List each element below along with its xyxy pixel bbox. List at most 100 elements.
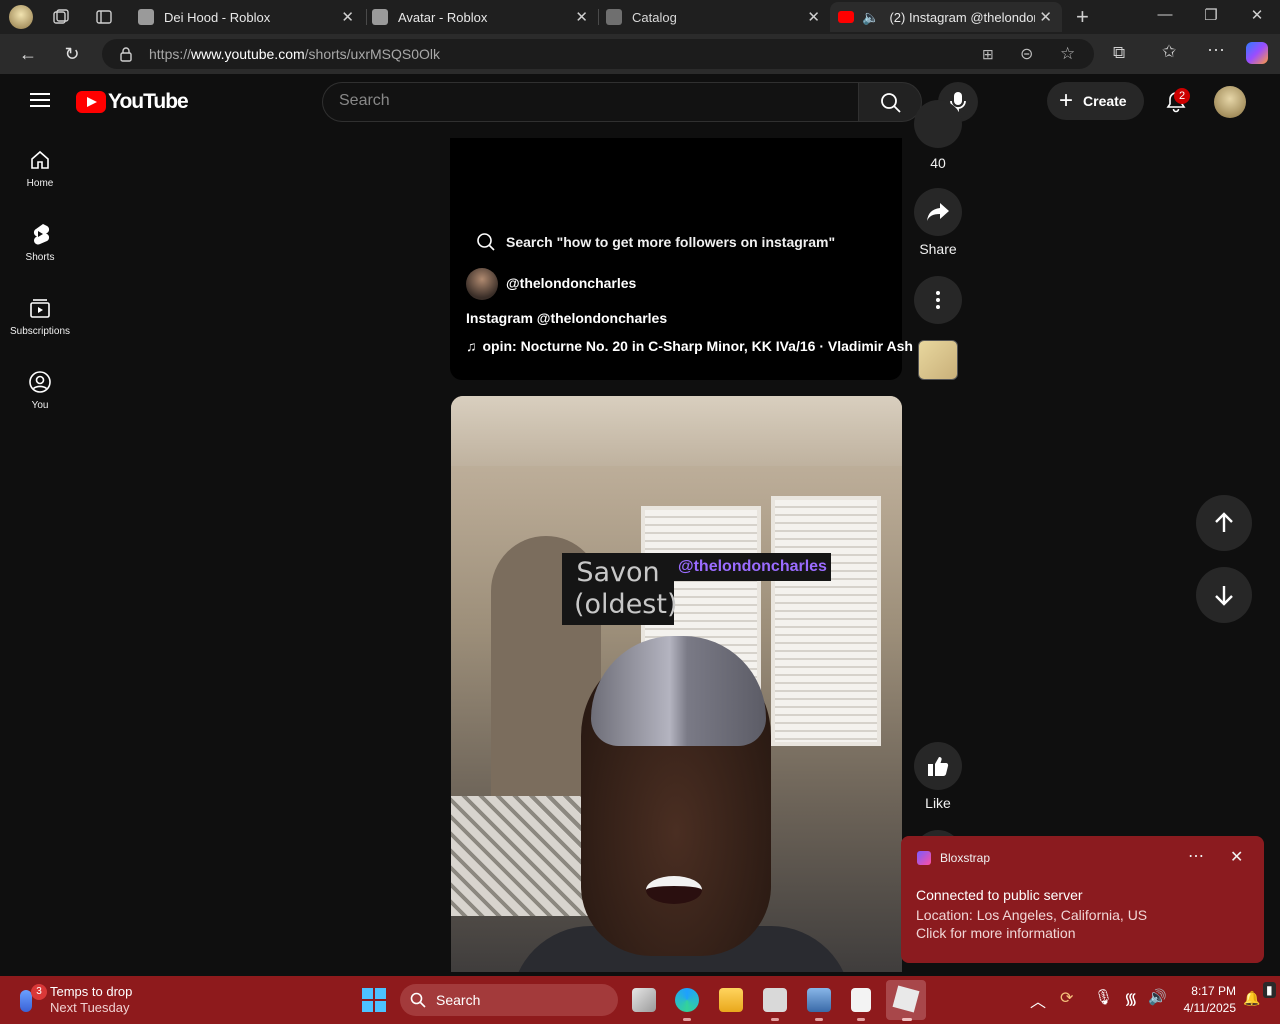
share-icon: [927, 203, 949, 221]
speaker-icon[interactable]: 🔈: [862, 9, 879, 26]
youtube-play-icon: [76, 91, 106, 113]
extensions-icon[interactable]: ⧉: [1113, 43, 1125, 63]
search-input[interactable]: [339, 92, 839, 110]
guide-menu-button[interactable]: [30, 92, 50, 108]
close-tab-icon[interactable]: ✕: [1039, 8, 1052, 26]
toast-title: Connected to public server: [916, 887, 1083, 903]
guide-item-you[interactable]: You: [4, 370, 76, 411]
file-explorer-icon[interactable]: [719, 988, 743, 1012]
copilot-icon[interactable]: [1246, 42, 1268, 64]
guide-item-shorts[interactable]: Shorts: [4, 222, 76, 263]
task-manager-icon[interactable]: [807, 988, 831, 1012]
thumbs-up-icon: [928, 757, 949, 776]
profile-avatar[interactable]: [9, 5, 33, 29]
windows-logo-icon: [362, 988, 386, 1012]
toast-close-icon[interactable]: ✕: [1230, 847, 1243, 867]
channel-avatar[interactable]: [466, 268, 498, 300]
roblox-icon: [138, 9, 154, 25]
create-button[interactable]: + Create: [1047, 82, 1144, 120]
microphone-tray-icon[interactable]: 🎙: [1094, 988, 1113, 1006]
task-view-icon[interactable]: [632, 988, 656, 1012]
previous-short-button[interactable]: [1196, 495, 1252, 551]
notepad-icon[interactable]: [851, 988, 871, 1012]
home-icon: [31, 150, 49, 169]
close-tab-icon[interactable]: ✕: [807, 8, 820, 26]
edge-browser-icon[interactable]: [675, 988, 699, 1012]
roblox-taskbar-button[interactable]: [886, 980, 926, 1020]
clock-time: 8:17 PM: [1191, 984, 1236, 998]
app-icon[interactable]: [763, 988, 787, 1012]
video-person-mouth: [646, 876, 702, 904]
more-vert-icon: [936, 291, 940, 309]
address-bar[interactable]: https://www.youtube.com/shorts/uxrMSQS0O…: [102, 39, 1094, 69]
share-label: Share: [919, 241, 957, 257]
account-avatar[interactable]: [1214, 86, 1246, 118]
wifi-icon[interactable]: ᯾: [1124, 987, 1138, 1009]
toast-more-icon[interactable]: ⋯: [1188, 846, 1204, 866]
mic-active-icon[interactable]: ▮: [1263, 982, 1276, 998]
windows-taskbar: 3 Temps to drop Next Tuesday Search ︿ ⟳ …: [0, 976, 1280, 1024]
share-button[interactable]: [914, 188, 962, 236]
app-available-icon[interactable]: ⊞: [982, 46, 994, 63]
notification-bell-icon[interactable]: 🔔: [1243, 990, 1260, 1007]
running-indicator: [683, 1018, 691, 1021]
like-label: Like: [925, 795, 951, 811]
short-video-player[interactable]: Search "how to get more followers on ins…: [450, 138, 913, 380]
subscriptions-icon: [30, 299, 50, 318]
workspaces-icon[interactable]: [52, 8, 70, 26]
taskbar-search[interactable]: Search: [400, 984, 618, 1016]
back-button[interactable]: ←: [16, 42, 40, 66]
guide-item-home[interactable]: Home: [4, 148, 76, 189]
guide-item-subscriptions[interactable]: Subscriptions: [4, 296, 76, 337]
close-tab-icon[interactable]: ✕: [341, 8, 354, 26]
sync-icon[interactable]: ⟳: [1060, 988, 1073, 1008]
clock-date: 4/11/2025: [1183, 1001, 1237, 1015]
running-indicator: [771, 1018, 779, 1021]
guide-label: Subscriptions: [9, 326, 71, 337]
show-hidden-icons-chevron-icon[interactable]: ︿: [1030, 988, 1046, 1012]
music-link[interactable]: ♫ opin: Nocturne No. 20 in C-Sharp Minor…: [466, 338, 913, 354]
guide-label: Home: [26, 178, 54, 189]
comments-count: 40: [908, 153, 968, 175]
tab-dei-hood[interactable]: Dei Hood - Roblox ✕: [132, 2, 364, 32]
reading-options-icon[interactable]: ⊝: [1020, 44, 1033, 64]
restore-button[interactable]: ❐: [1188, 6, 1234, 24]
new-tab-button[interactable]: +: [1076, 4, 1089, 30]
tab-catalog[interactable]: Catalog ✕: [600, 2, 830, 32]
settings-more-icon[interactable]: ⋯: [1207, 40, 1225, 61]
lock-icon[interactable]: [119, 46, 133, 62]
short-video-player-next[interactable]: Savon (oldest) @thelondoncharles: [451, 396, 902, 972]
search-button[interactable]: [858, 82, 922, 122]
favorite-star-icon[interactable]: ☆: [1060, 44, 1075, 64]
tab-instagram-short[interactable]: 🔈 (2) Instagram @thelondoncharles ✕: [830, 2, 1062, 32]
channel-handle[interactable]: @thelondoncharles: [506, 275, 636, 291]
window-close-button[interactable]: ✕: [1234, 6, 1280, 24]
reload-button[interactable]: ↻: [60, 42, 84, 66]
bloxstrap-icon: [917, 851, 931, 865]
tab-title: Avatar - Roblox: [398, 9, 488, 25]
shorts-icon: [33, 224, 50, 245]
taskbar-clock[interactable]: 8:17 PM 4/11/2025: [1180, 984, 1237, 1015]
volume-icon[interactable]: 🔊: [1148, 988, 1167, 1006]
running-indicator: [902, 1018, 912, 1021]
toast-app-name: Bloxstrap: [940, 851, 991, 865]
next-short-button[interactable]: [1196, 567, 1252, 623]
minimize-button[interactable]: —: [1142, 6, 1188, 23]
close-tab-icon[interactable]: ✕: [575, 8, 588, 26]
browser-tab-strip: Dei Hood - Roblox ✕ Avatar - Roblox ✕ Ca…: [0, 0, 1280, 34]
start-button[interactable]: [362, 988, 386, 1012]
like-button[interactable]: [914, 742, 962, 790]
youtube-logo[interactable]: YouTube: [76, 90, 189, 114]
related-search-link[interactable]: Search "how to get more followers on ins…: [476, 232, 835, 252]
tab-actions-icon[interactable]: [95, 8, 113, 26]
search-icon: [881, 93, 901, 113]
guide-label: Shorts: [25, 252, 55, 263]
bloxstrap-toast-notification[interactable]: Bloxstrap ⋯ ✕ Connected to public server…: [901, 836, 1264, 963]
arrow-up-icon: [1215, 512, 1233, 532]
comments-button[interactable]: [914, 100, 962, 148]
favorites-icon[interactable]: ✩: [1162, 42, 1176, 62]
more-actions-button[interactable]: [914, 276, 962, 324]
search-box[interactable]: [322, 82, 859, 122]
tab-avatar[interactable]: Avatar - Roblox ✕: [366, 2, 598, 32]
sound-thumbnail[interactable]: [918, 340, 958, 380]
